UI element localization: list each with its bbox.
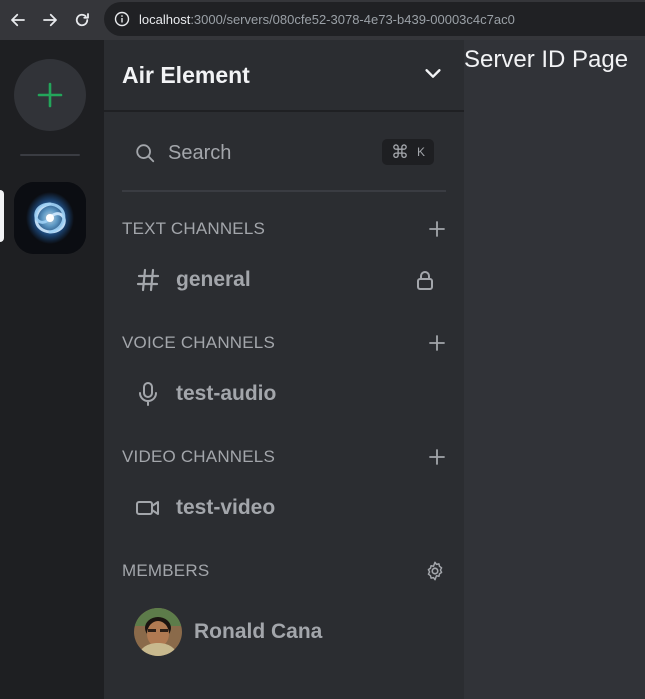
search-button[interactable]: Search ⌘ K	[134, 136, 434, 170]
channel-sidebar: Air Element Search ⌘ K TEXT CHANNELS gen…	[104, 40, 464, 699]
plus-icon	[429, 335, 445, 351]
arrow-left-icon	[11, 13, 25, 27]
channel-name: test-audio	[176, 382, 277, 405]
server-header-button[interactable]: Air Element	[104, 40, 464, 112]
add-server-button[interactable]	[14, 59, 86, 131]
rail-divider	[20, 154, 80, 156]
section-title: VIDEO CHANNELS	[122, 447, 276, 466]
create-text-channel-button[interactable]	[428, 220, 446, 238]
plus-icon	[429, 221, 445, 237]
member-name: Ronald Cana	[194, 620, 323, 643]
channel-name: test-video	[176, 496, 276, 519]
back-button[interactable]	[2, 2, 34, 38]
create-voice-channel-button[interactable]	[428, 334, 446, 352]
channel-test-video[interactable]: test-video	[134, 488, 446, 528]
channel-name: general	[176, 268, 251, 291]
arrow-right-icon	[43, 13, 57, 27]
server-icon-air-element[interactable]	[14, 182, 86, 254]
info-icon[interactable]	[114, 11, 130, 27]
forward-button[interactable]	[34, 2, 66, 38]
gear-icon	[427, 561, 443, 581]
shortcut-hint: ⌘ K	[381, 139, 434, 165]
voice-channels-section-header: VOICE CHANNELS	[122, 328, 446, 358]
channel-test-audio[interactable]: test-audio	[134, 374, 446, 414]
search-icon	[136, 144, 155, 163]
server-rail	[0, 40, 104, 699]
member-item[interactable]: Ronald Cana	[134, 606, 446, 658]
section-title: MEMBERS	[122, 561, 210, 580]
plus-icon	[37, 82, 63, 108]
create-video-channel-button[interactable]	[428, 448, 446, 466]
server-name: Air Element	[122, 61, 250, 88]
lock-icon	[414, 269, 436, 296]
active-server-indicator	[0, 190, 4, 242]
chevron-down-icon	[422, 62, 444, 89]
browser-toolbar: localhost:3000/servers/080cfe52-3078-4e7…	[0, 0, 645, 40]
reload-icon	[75, 13, 89, 27]
sidebar-separator	[122, 190, 446, 192]
video-channels-section-header: VIDEO CHANNELS	[122, 442, 446, 472]
text-channels-section-header: TEXT CHANNELS	[122, 214, 446, 244]
main-content: Server ID Page	[464, 40, 645, 699]
channel-general[interactable]: general	[134, 260, 446, 300]
avatar	[134, 608, 182, 656]
reload-button[interactable]	[66, 2, 98, 38]
shortcut-key: K	[416, 145, 425, 159]
section-title: VOICE CHANNELS	[122, 333, 276, 352]
command-key-icon: ⌘	[390, 141, 409, 162]
manage-members-button[interactable]	[424, 560, 446, 582]
plus-icon	[429, 449, 445, 465]
url-path: :3000/servers/080cfe52-3078-4e73-b439-00…	[190, 11, 515, 27]
hash-icon	[134, 266, 162, 294]
page-title: Server ID Page	[464, 46, 629, 73]
address-bar[interactable]: localhost:3000/servers/080cfe52-3078-4e7…	[104, 2, 645, 36]
search-label: Search	[168, 141, 232, 164]
url-host: localhost	[139, 11, 191, 27]
mic-icon	[134, 380, 162, 408]
members-section-header: MEMBERS	[122, 556, 446, 586]
section-title: TEXT CHANNELS	[122, 219, 266, 238]
video-icon	[134, 494, 162, 522]
galaxy-icon	[14, 182, 86, 254]
